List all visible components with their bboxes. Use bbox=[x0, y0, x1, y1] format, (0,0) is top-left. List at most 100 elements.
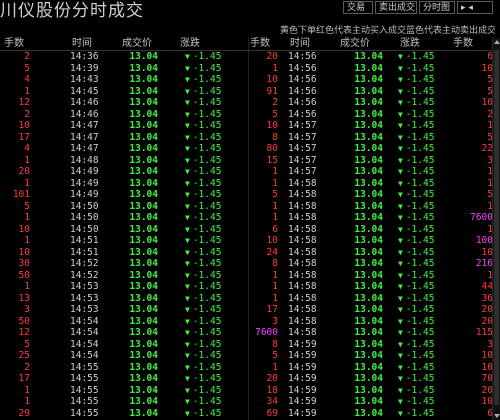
time-cell: 14:59 bbox=[288, 407, 317, 419]
table-row: 5 14:56 13.04 ▼ -1.45 2 bbox=[248, 109, 493, 120]
right-trade-table: 20 14:56 13.04 ▼ -1.45 6 1 14:56 13.04 ▼ -1.45 10 10… bbox=[248, 51, 493, 420]
table-row: 30 14:52 13.04 ▼ -1.45 bbox=[0, 258, 245, 269]
price-cell: 13.04 bbox=[354, 338, 383, 350]
change-value: -1.45 bbox=[192, 154, 222, 166]
change-value: -1.45 bbox=[192, 74, 222, 85]
sell-trades-button[interactable]: 卖出成交 bbox=[375, 1, 417, 14]
trade-button[interactable]: 交易 bbox=[343, 1, 373, 14]
volume-cell: 1 bbox=[272, 269, 278, 281]
time-cell: 14:57 bbox=[288, 166, 317, 177]
price-cell: 13.04 bbox=[129, 361, 158, 373]
volume-cell-2: 10 bbox=[481, 350, 493, 361]
volume-cell-2: 20 bbox=[481, 315, 493, 327]
change-value: -1.45 bbox=[405, 85, 435, 97]
change-value: -1.45 bbox=[192, 62, 222, 74]
volume-cell-2: 6 bbox=[487, 51, 493, 62]
scrollbar[interactable] bbox=[492, 38, 500, 420]
table-row: 29 14:55 13.04 ▼ -1.45 bbox=[0, 408, 245, 419]
table-row: 10 14:57 13.04 ▼ -1.45 1 bbox=[248, 120, 493, 131]
volume-cell: 10 bbox=[18, 223, 30, 235]
down-arrow-icon: ▼ bbox=[185, 224, 190, 234]
table-row: 1 14:57 13.04 ▼ -1.45 1 bbox=[248, 166, 493, 177]
change-cell: ▼ -1.45 bbox=[185, 304, 221, 315]
volume-cell: 4 bbox=[24, 143, 30, 154]
change-cell: ▼ -1.45 bbox=[185, 132, 221, 143]
down-arrow-icon: ▼ bbox=[185, 190, 190, 199]
price-cell: 13.04 bbox=[354, 177, 383, 189]
change-cell: ▼ -1.45 bbox=[398, 270, 434, 281]
change-value: -1.45 bbox=[405, 396, 435, 407]
down-arrow-icon: ▼ bbox=[398, 109, 403, 119]
change-cell: ▼ -1.45 bbox=[398, 362, 434, 373]
down-arrow-icon: ▼ bbox=[185, 132, 190, 142]
header-volume: 手数 bbox=[4, 38, 24, 49]
price-cell: 13.04 bbox=[129, 292, 158, 304]
time-cell: 14:53 bbox=[70, 304, 99, 315]
change-value: -1.45 bbox=[405, 407, 435, 419]
change-cell: ▼ -1.45 bbox=[185, 373, 221, 384]
change-value: -1.45 bbox=[405, 223, 435, 235]
more-button[interactable]: ▸ ◂ bbox=[457, 1, 493, 14]
scroll-up-icon[interactable] bbox=[494, 40, 500, 44]
down-arrow-icon: ▼ bbox=[185, 86, 190, 96]
change-cell: ▼ -1.45 bbox=[185, 166, 221, 177]
volume-cell-2: 20 bbox=[481, 304, 493, 315]
down-arrow-icon: ▼ bbox=[398, 132, 403, 142]
time-cell: 14:48 bbox=[70, 154, 99, 166]
down-arrow-icon: ▼ bbox=[185, 121, 190, 130]
time-cell: 14:52 bbox=[70, 269, 99, 281]
change-value: -1.45 bbox=[405, 143, 435, 154]
change-cell: ▼ -1.45 bbox=[398, 247, 434, 258]
change-value: -1.45 bbox=[405, 361, 435, 373]
time-cell: 14:58 bbox=[288, 212, 317, 223]
change-cell: ▼ -1.45 bbox=[398, 281, 434, 292]
volume-cell: 24 bbox=[266, 246, 278, 258]
change-cell: ▼ -1.45 bbox=[398, 166, 434, 177]
volume-cell-2: 36 bbox=[481, 292, 493, 304]
change-value: -1.45 bbox=[405, 315, 435, 327]
volume-cell-2: 10 bbox=[481, 246, 493, 258]
time-cell: 14:58 bbox=[288, 258, 317, 269]
volume-cell: 10 bbox=[266, 120, 278, 131]
down-arrow-icon: ▼ bbox=[185, 385, 190, 395]
down-arrow-icon: ▼ bbox=[185, 259, 190, 268]
change-value: -1.45 bbox=[192, 85, 222, 97]
down-arrow-icon: ▼ bbox=[398, 247, 403, 257]
down-arrow-icon: ▼ bbox=[398, 316, 403, 326]
time-cell: 14:54 bbox=[70, 315, 99, 327]
table-row: 1 14:58 13.04 ▼ -1.45 1 bbox=[248, 201, 493, 212]
time-cell: 14:57 bbox=[288, 120, 317, 131]
volume-cell: 50 bbox=[18, 269, 30, 281]
volume-cell: 69 bbox=[266, 407, 278, 419]
table-row: 91 14:56 13.04 ▼ -1.45 5 bbox=[248, 86, 493, 97]
table-row: 10 14:50 13.04 ▼ -1.45 bbox=[0, 224, 245, 235]
volume-cell: 10 bbox=[266, 235, 278, 246]
header-price: 成交价 bbox=[340, 38, 370, 49]
volume-cell: 1 bbox=[24, 281, 30, 292]
time-cell: 14:58 bbox=[288, 223, 317, 235]
volume-cell-2: 115 bbox=[475, 327, 493, 338]
time-cell: 14:58 bbox=[288, 246, 317, 258]
scroll-down-icon[interactable] bbox=[494, 414, 500, 418]
volume-cell: 1 bbox=[272, 361, 278, 373]
intraday-chart-button[interactable]: 分时图 bbox=[419, 1, 455, 14]
price-cell: 13.04 bbox=[354, 131, 383, 143]
price-cell: 13.04 bbox=[354, 373, 383, 384]
volume-cell-2: 22 bbox=[481, 143, 493, 154]
time-cell: 14:47 bbox=[70, 143, 99, 154]
volume-cell-2: 10 bbox=[481, 97, 493, 108]
volume-cell-2: 5 bbox=[487, 131, 493, 143]
volume-cell-2: 2 bbox=[487, 108, 493, 120]
price-cell: 13.04 bbox=[129, 143, 158, 154]
table-row: 34 14:59 13.04 ▼ -1.45 10 bbox=[248, 396, 493, 407]
header-volume: 手数 bbox=[250, 38, 270, 49]
volume-cell-2: 5 bbox=[487, 74, 493, 85]
change-cell: ▼ -1.45 bbox=[185, 155, 221, 166]
change-value: -1.45 bbox=[405, 177, 435, 189]
change-cell: ▼ -1.45 bbox=[185, 316, 221, 327]
time-cell: 14:49 bbox=[70, 166, 99, 177]
change-cell: ▼ -1.45 bbox=[398, 63, 434, 74]
volume-cell: 1 bbox=[24, 384, 30, 396]
change-value: -1.45 bbox=[192, 189, 222, 200]
scroll-thumb[interactable] bbox=[494, 50, 499, 405]
